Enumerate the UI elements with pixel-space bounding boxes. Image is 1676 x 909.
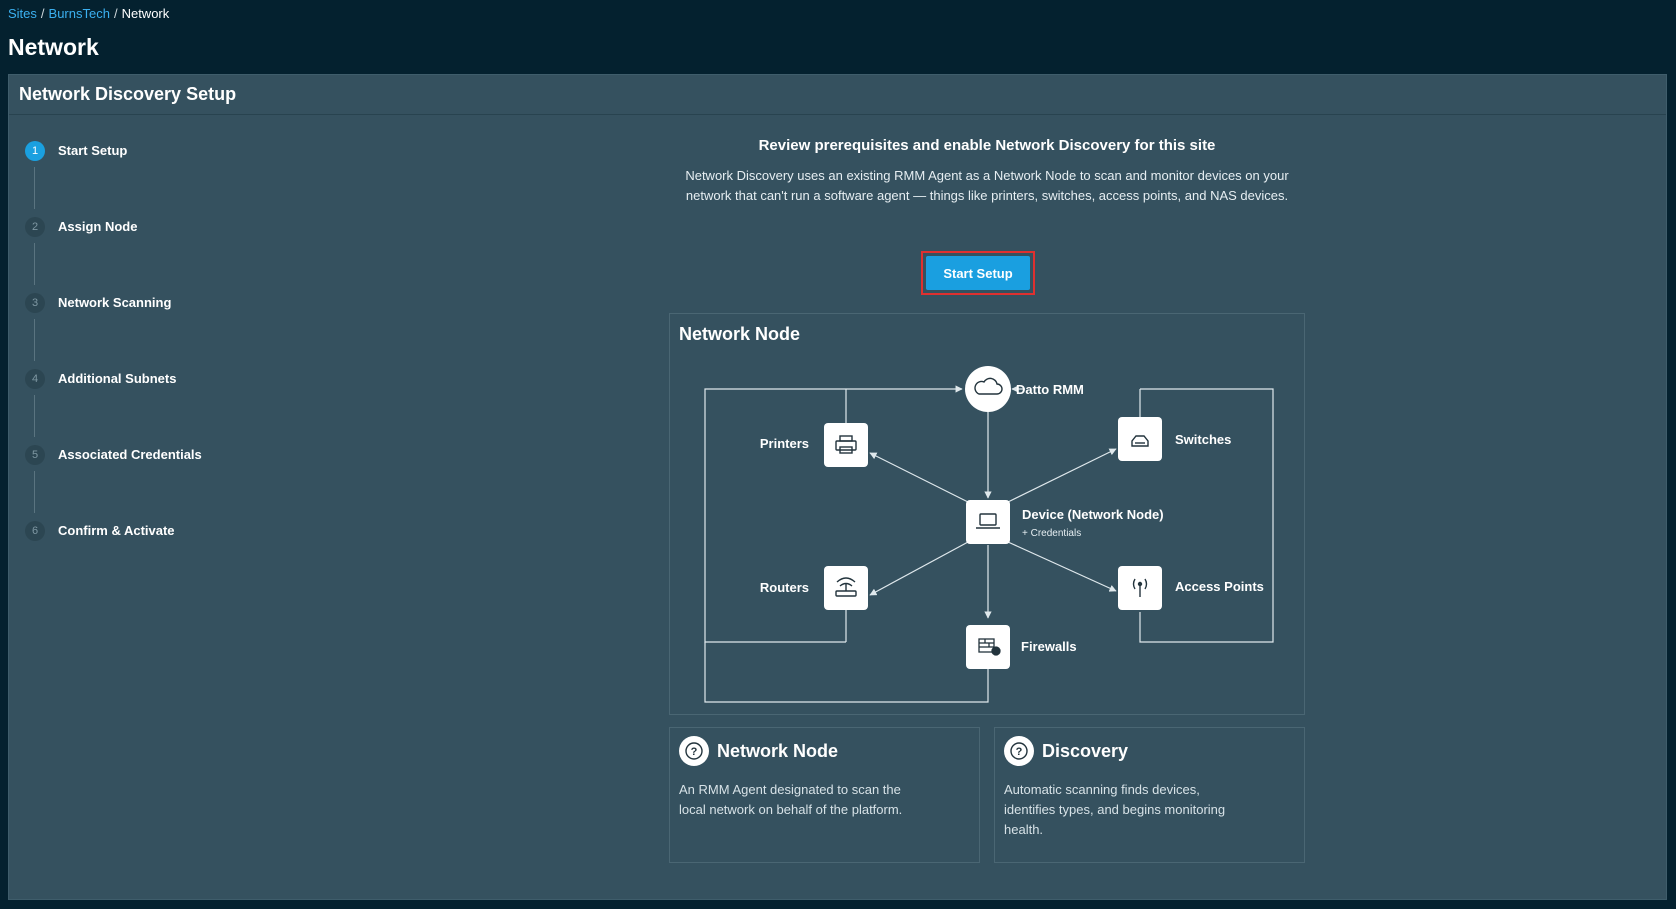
breadcrumb-separator: / — [40, 6, 45, 21]
breadcrumb: Sites / BurnsTech / Network — [8, 6, 169, 21]
start-setup-button[interactable]: Start Setup — [926, 256, 1030, 290]
step-number: 6 — [25, 521, 45, 541]
intro-description: Network Discovery uses an existing RMM A… — [685, 168, 1289, 203]
svg-text:?: ? — [691, 746, 698, 758]
step-number: 2 — [25, 217, 45, 237]
network-node-diagram-card: Network Node Datto RMM Printers Switches… — [669, 313, 1305, 715]
info-card-description: An RMM Agent designated to scan the loca… — [679, 782, 903, 817]
breadcrumb-current: Network — [121, 6, 170, 21]
printers-label: Printers — [760, 436, 809, 451]
breadcrumb-separator: / — [113, 6, 118, 21]
network-discovery-panel: Network Discovery Setup 1 Start Setup 2 … — [8, 74, 1667, 900]
step-label: Confirm & Activate — [58, 523, 175, 538]
step-connector — [34, 167, 35, 209]
setup-stepper: 1 Start Setup 2 Assign Node 3 Network Sc… — [25, 141, 285, 597]
info-card-description: Automatic scanning finds devices, identi… — [1004, 782, 1226, 837]
panel-title: Network Discovery Setup — [9, 75, 1666, 115]
intro-heading: Review prerequisites and enable Network … — [758, 137, 1216, 154]
step-label: Additional Subnets — [58, 371, 177, 386]
access-points-label: Access Points — [1175, 579, 1264, 594]
datto-rmm-node — [965, 366, 1011, 412]
help-icon: ? — [1004, 736, 1034, 766]
device-label: Device (Network Node) — [1022, 507, 1164, 522]
step-label: Assign Node — [58, 219, 138, 234]
help-icon: ? — [679, 736, 709, 766]
switches-node — [1118, 417, 1162, 461]
step-network-scanning[interactable]: 3 Network Scanning — [25, 293, 285, 369]
breadcrumb-site-link[interactable]: BurnsTech — [49, 6, 110, 21]
step-additional-subnets[interactable]: 4 Additional Subnets — [25, 369, 285, 445]
firewalls-label: Firewalls — [1021, 639, 1077, 654]
start-setup-highlight: Start Setup — [921, 251, 1035, 295]
step-connector — [34, 471, 35, 513]
step-connector — [34, 395, 35, 437]
step-label: Associated Credentials — [58, 447, 202, 462]
device-sublabel: + Credentials — [1022, 528, 1081, 539]
network-diagram: Datto RMM Printers Switches Device (Netw… — [704, 366, 1274, 703]
breadcrumb-sites-link[interactable]: Sites — [8, 6, 37, 21]
firewalls-node — [966, 625, 1010, 669]
step-label: Start Setup — [58, 143, 128, 158]
step-number: 4 — [25, 369, 45, 389]
access-points-node — [1118, 566, 1162, 610]
info-card-discovery: ? Discovery Automatic scanning finds dev… — [994, 727, 1305, 863]
step-assign-node[interactable]: 2 Assign Node — [25, 217, 285, 293]
step-connector — [34, 243, 35, 285]
device-node — [966, 500, 1010, 544]
info-card-title: Discovery — [1042, 740, 1129, 761]
step-label: Network Scanning — [58, 295, 172, 310]
step-start-setup[interactable]: 1 Start Setup — [25, 141, 285, 217]
step-associated-credentials[interactable]: 5 Associated Credentials — [25, 445, 285, 521]
step-number: 3 — [25, 293, 45, 313]
page-title: Network — [8, 34, 99, 60]
step-number: 1 — [25, 141, 45, 161]
step-connector — [34, 319, 35, 361]
step-number: 5 — [25, 445, 45, 465]
switches-label: Switches — [1175, 432, 1231, 447]
routers-node — [824, 566, 868, 610]
intro-section: Review prerequisites and enable Network … — [669, 137, 1305, 206]
step-confirm-activate[interactable]: 6 Confirm & Activate — [25, 521, 285, 597]
routers-label: Routers — [760, 580, 809, 595]
info-card-title: Network Node — [717, 740, 839, 761]
info-card-network-node: ? Network Node An RMM Agent designated t… — [669, 727, 980, 863]
datto-rmm-label: Datto RMM — [1016, 382, 1084, 397]
printers-node — [824, 423, 868, 467]
svg-text:?: ? — [1016, 746, 1023, 758]
